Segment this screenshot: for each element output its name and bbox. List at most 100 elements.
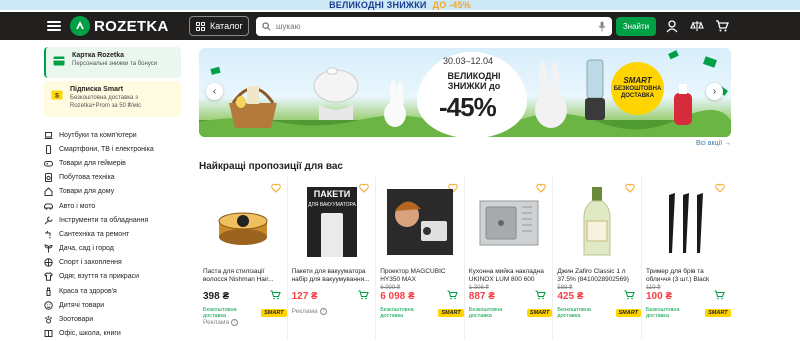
sidebar-item-label: Краса та здоров'я bbox=[59, 287, 117, 295]
add-to-cart-icon[interactable] bbox=[535, 290, 547, 300]
product-price: 398 ₴ bbox=[203, 291, 230, 302]
logo-text: ROZETKA bbox=[94, 17, 169, 35]
menu-icon[interactable] bbox=[47, 19, 61, 33]
user-icon[interactable] bbox=[665, 19, 679, 33]
banner-next-button[interactable]: › bbox=[706, 83, 723, 100]
compare-icon[interactable] bbox=[690, 19, 704, 33]
product-card[interactable]: ПАКЕТИ ДЛЯ ВАКУУМАТОРА Пакети для вакуума… bbox=[288, 177, 377, 339]
home-icon bbox=[44, 187, 53, 197]
product-price: 425 ₴ bbox=[557, 291, 584, 302]
product-price: 127 ₴ bbox=[291, 291, 318, 302]
product-image[interactable]: ПАКЕТИ ДЛЯ ВАКУУМАТОРА bbox=[295, 187, 369, 257]
product-list: Паста для стилізації волосся Nishman Hai… bbox=[199, 177, 731, 339]
catalog-button[interactable]: Каталог bbox=[189, 16, 249, 36]
info-icon[interactable]: i bbox=[231, 319, 239, 326]
chevron-right-icon: › bbox=[712, 86, 717, 97]
promo-banner[interactable]: 30.03–12.04 ВЕЛИКОДНІ ЗНИЖКИ до -45% SMA… bbox=[199, 48, 731, 137]
sidebar-item-pets[interactable]: Зоотовари bbox=[44, 312, 181, 326]
add-to-cart-icon[interactable] bbox=[714, 290, 725, 300]
sidebar-item-garden[interactable]: Дача, сад і город bbox=[44, 242, 181, 256]
product-card[interactable]: Проектор MAGCUBIC HY350 MAX портативний.… bbox=[376, 177, 465, 339]
search-button[interactable]: Знайти bbox=[616, 17, 656, 36]
kids-icon bbox=[44, 301, 53, 310]
add-to-cart-icon[interactable] bbox=[447, 290, 458, 300]
card-subtitle: Персональні знижки та бонуси bbox=[72, 61, 158, 67]
smart-subscription-promo[interactable]: S Підписка Smart Безкоштовна доставка з … bbox=[44, 81, 181, 117]
sidebar-item-clothes[interactable]: Одяг, взуття та прикраси bbox=[44, 270, 181, 284]
catalog-label: Каталог bbox=[210, 21, 243, 31]
sidebar-item-label: Побутова техніка bbox=[59, 174, 115, 182]
info-icon[interactable]: i bbox=[319, 308, 327, 315]
product-card[interactable]: Кухонна мийка накладна UKINOX LUM 800 60… bbox=[465, 177, 554, 339]
product-image[interactable] bbox=[560, 187, 634, 257]
free-delivery-badge: Безкоштовна доставка SMART bbox=[557, 307, 641, 319]
sidebar-item-smartphones[interactable]: Смартфони, ТВ і електроніка bbox=[44, 142, 181, 156]
logo[interactable]: ROZETKA bbox=[70, 16, 169, 36]
banner-title: ВЕЛИКОДНІ ЗНИЖКИ до bbox=[447, 71, 501, 91]
smart-delivery-badge: SMART БЕЗКОШТОВНА ДОСТАВКА bbox=[611, 62, 664, 115]
garden-icon bbox=[44, 244, 53, 253]
sidebar-item-label: Товари для геймерів bbox=[59, 159, 126, 167]
add-to-cart-icon[interactable] bbox=[358, 290, 369, 300]
card-title: Підписка Smart bbox=[70, 86, 124, 93]
product-image[interactable] bbox=[383, 187, 457, 257]
sidebar-item-home[interactable]: Товари для дому bbox=[44, 185, 181, 199]
product-name[interactable]: Пакети для вакууматора набір для вакууму… bbox=[292, 268, 372, 284]
product-name[interactable]: Проектор MAGCUBIC HY350 MAX портативний.… bbox=[380, 268, 460, 284]
free-delivery-text: Безкоштовна доставка bbox=[645, 307, 680, 319]
add-to-cart-icon[interactable] bbox=[624, 290, 635, 300]
beauty-icon bbox=[46, 287, 51, 296]
product-price: 887 ₴ bbox=[468, 291, 495, 302]
sidebar-item-laptops[interactable]: Ноутбуки та комп'ютери bbox=[44, 128, 181, 142]
free-delivery-text: Безкоштовна доставка bbox=[203, 307, 237, 319]
free-delivery-badge: Безкоштовна доставка SMART bbox=[469, 307, 553, 319]
smart-badge: SMART bbox=[526, 309, 553, 317]
product-card[interactable]: Паста для стилізації волосся Nishman Hai… bbox=[199, 177, 288, 339]
logo-icon bbox=[70, 16, 90, 36]
ad-label[interactable]: Реклама i bbox=[203, 319, 239, 326]
card-title: Картка Rozetka bbox=[72, 52, 125, 59]
microphone-icon[interactable] bbox=[598, 21, 606, 32]
all-promos-link[interactable]: Всі акції → bbox=[696, 140, 731, 147]
product-card[interactable]: Тример для брів та обличчя (3 шт.) Black… bbox=[642, 177, 731, 339]
search-input[interactable] bbox=[276, 22, 593, 31]
sidebar-item-beauty[interactable]: Краса та здоров'я bbox=[44, 284, 181, 298]
promo-highlight: ДО -45% bbox=[432, 0, 471, 10]
add-to-cart-icon[interactable] bbox=[270, 290, 281, 300]
rozetka-card-promo[interactable]: Картка Rozetka Персональні знижки та бон… bbox=[44, 47, 181, 78]
banner-percent: -45% bbox=[439, 92, 497, 122]
smart-badge: SMART bbox=[615, 309, 641, 317]
sidebar-item-kids[interactable]: Дитячі товари bbox=[44, 298, 181, 312]
sidebar-item-auto[interactable]: Авто і мото bbox=[44, 199, 181, 213]
faucet-icon bbox=[45, 230, 51, 239]
clothes-icon bbox=[44, 272, 53, 282]
sidebar-item-label: Зоотовари bbox=[59, 316, 94, 324]
banner-dates: 30.03–12.04 bbox=[443, 56, 494, 66]
promo-text: ВЕЛИКОДНІ ЗНИЖКИ bbox=[329, 0, 427, 10]
sidebar-item-label: Авто і мото bbox=[59, 202, 96, 210]
cart-icon[interactable] bbox=[715, 19, 729, 33]
banner-prev-button[interactable]: ‹ bbox=[206, 83, 223, 100]
product-image[interactable] bbox=[472, 187, 546, 257]
promo-bar[interactable]: ВЕЛИКОДНІ ЗНИЖКИ ДО -45% bbox=[0, 0, 800, 10]
sidebar-item-gamers[interactable]: Товари для геймерів bbox=[44, 156, 181, 170]
sidebar-item-tools[interactable]: Інструменти та обладнання bbox=[44, 213, 181, 227]
product-image[interactable] bbox=[206, 187, 280, 257]
product-name[interactable]: Тример для брів та обличчя (3 шт.) Black bbox=[646, 268, 726, 284]
sidebar-item-label: Смартфони, ТВ і електроніка bbox=[59, 145, 154, 153]
product-name[interactable]: Паста для стилізації волосся Nishman Hai… bbox=[203, 268, 283, 284]
card-icon bbox=[53, 56, 65, 66]
sidebar-item-label: Спорт і захоплення bbox=[59, 259, 122, 267]
sidebar-item-sport[interactable]: Спорт і захоплення bbox=[44, 256, 181, 270]
sidebar-item-appliances[interactable]: Побутова техніка bbox=[44, 171, 181, 185]
product-image[interactable] bbox=[649, 187, 723, 257]
ad-label[interactable]: Реклама i bbox=[292, 308, 327, 315]
sidebar-item-label: Дача, сад і город bbox=[59, 245, 114, 253]
smart-badge: SMART bbox=[261, 309, 287, 317]
smart-text: БЕЗКОШТОВНА ДОСТАВКА bbox=[613, 86, 662, 99]
product-card[interactable]: Джин Zafiro Classic 1 л 37.5% (841002890… bbox=[553, 177, 642, 339]
product-name[interactable]: Джин Zafiro Classic 1 л 37.5% (841002890… bbox=[557, 268, 637, 284]
sidebar-item-plumbing[interactable]: Сантехніка та ремонт bbox=[44, 227, 181, 241]
sport-icon bbox=[44, 258, 53, 267]
product-name[interactable]: Кухонна мийка накладна UKINOX LUM 800 60… bbox=[469, 268, 549, 284]
